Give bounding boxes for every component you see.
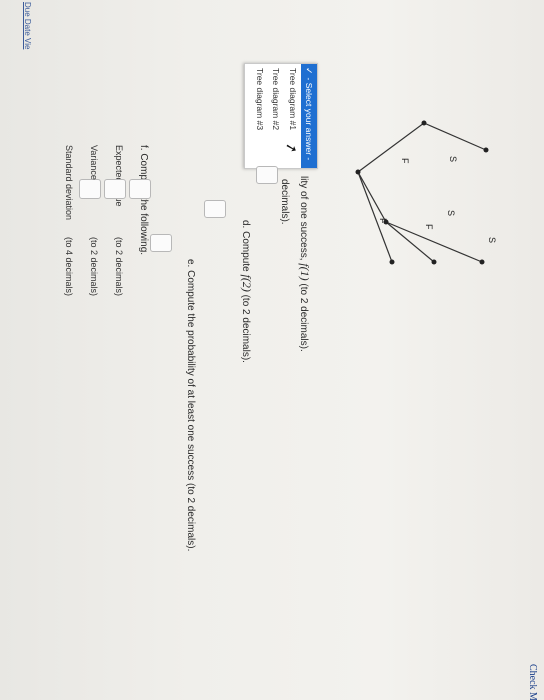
tree-branch (357, 171, 393, 263)
tree-branch (423, 122, 487, 151)
tree-node (479, 259, 485, 265)
tree-node (483, 147, 489, 153)
tree-branch (357, 122, 425, 173)
tree-branch (385, 221, 483, 263)
tree-node (421, 120, 427, 126)
photo-stage: ✓- Select your answer - Tree diagram #1 … (0, 0, 544, 700)
tree-branch (357, 171, 387, 223)
due-date-link[interactable]: Due Date Vie (23, 2, 32, 49)
rotated-question-page: ✓- Select your answer - Tree diagram #1 … (0, 0, 544, 700)
tree-label-s1: S (448, 156, 458, 162)
tree-diagram: S F S F F S (355, 120, 497, 265)
tree-label-f1: F (400, 158, 410, 164)
tree-node (389, 259, 395, 265)
check-my-work-button[interactable]: Check M (527, 664, 538, 700)
tree-label-f2: F (424, 224, 434, 230)
tree-branches (357, 122, 487, 263)
tree-label-s3: S (446, 210, 456, 216)
tree-node (355, 169, 361, 175)
tree-label-f3: F (378, 218, 388, 224)
tree-node (431, 259, 437, 265)
tree-label-s2: S (487, 237, 497, 243)
